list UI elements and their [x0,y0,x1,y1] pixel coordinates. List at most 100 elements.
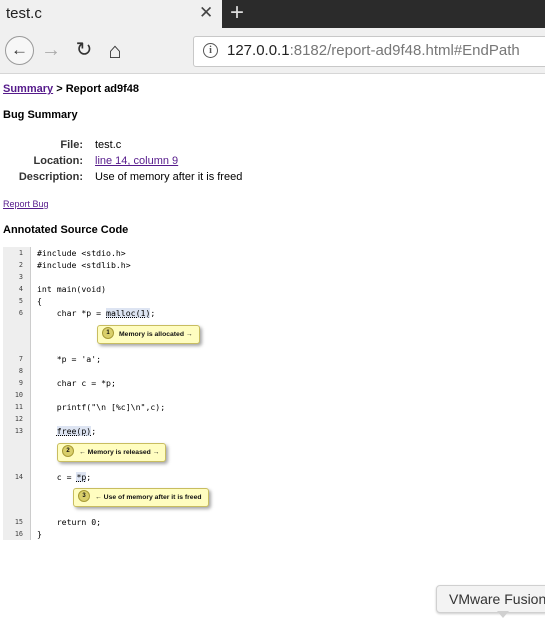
code-line: 14 c = *p; [3,471,293,483]
url-path: :8182/report-ad9f48.html#EndPath [289,42,520,59]
url-bar[interactable]: i 127.0.0.1:8182/report-ad9f48.html#EndP… [193,36,545,67]
bug-summary-table: File: test.c Location: line 14, column 9… [3,139,543,187]
breadcrumb-separator: > [53,83,66,95]
event-message: Memory is allocated → [119,331,193,338]
line-number: 16 [3,528,31,540]
vmware-fusion-notification[interactable]: VMware Fusion [436,585,545,613]
code-segment: char c = *p; [37,378,116,388]
code-text: return 0; [37,516,101,528]
back-button[interactable]: ← [5,36,34,65]
code-line: 16} [3,528,293,540]
file-value: test.c [95,139,122,151]
line-number: 3 [3,271,31,283]
code-line: 6 char *p = malloc(1); [3,307,293,319]
code-line: 2 #include <stdlib.h> [3,259,293,271]
code-line: 8 [3,365,293,377]
code-text: free(p); [37,425,96,437]
breadcrumb: Summary > Report ad9f48 [3,83,139,95]
code-segment: int main(void) [37,284,107,294]
code-text: printf("\n [%c]\n",c); [37,401,165,413]
code-line: 5{ [3,295,293,307]
code-text: char *p = malloc(1); [37,307,155,319]
line-number: 4 [3,283,31,295]
code-segment: printf("\n [%c]\n",c); [37,402,166,412]
file-label: File: [60,139,83,151]
annotated-source-heading: Annotated Source Code [3,224,129,236]
highlighted-expression[interactable]: malloc(1) [106,308,151,318]
forward-button[interactable]: → [40,28,62,73]
line-number: 11 [3,401,31,413]
event-number-badge: 2 [62,445,74,458]
line-number: 8 [3,365,31,377]
line-number: 15 [3,516,31,528]
line-number: 14 [3,471,31,483]
code-text: char c = *p; [37,377,116,389]
notification-arrow [497,611,509,618]
code-line: 15 return 0; [3,516,293,528]
code-line: 12 [3,413,293,425]
location-label: Location: [33,155,84,167]
line-number: 5 [3,295,31,307]
path-event-bubble[interactable]: 2 ← Memory is released → [57,443,167,462]
code-line: 3 [3,271,293,283]
reload-button[interactable]: ↻ [73,28,95,73]
code-text: { [37,295,42,307]
summary-row-description: Description: Use of memory after it is f… [3,171,543,187]
line-number-gutter-gap [3,319,31,353]
url-text: 127.0.0.1:8182/report-ad9f48.html#EndPat… [227,42,520,59]
code-segment: ; [150,308,156,318]
code-segment: #include <stdlib.h> [37,260,131,270]
close-tab-icon[interactable]: ✕ [199,3,213,23]
bug-summary-heading: Bug Summary [3,109,78,121]
nav-toolbar: ← → ↻ ⌂ i 127.0.0.1:8182/report-ad9f48.h… [0,28,545,74]
line-number-gutter-gap [3,483,31,516]
code-segment: *p = 'a'; [37,354,102,364]
line-number: 13 [3,425,31,437]
code-text: c = *p; [37,471,91,483]
code-segment: c = [37,472,77,482]
tab-bar: test.c ✕ + [0,0,545,28]
description-value: Use of memory after it is freed [95,171,243,183]
highlighted-expression[interactable]: free(p) [56,426,92,436]
tab-title: test.c [6,5,42,22]
code-line: 11 printf("\n [%c]\n",c); [3,401,293,413]
code-text: } [37,528,42,540]
code-text: *p = 'a'; [37,353,101,365]
code-line: 1 #include <stdio.h> [3,247,293,259]
summary-row-file: File: test.c [3,139,543,155]
description-label: Description: [18,171,83,183]
code-line: 7 *p = 'a'; [3,353,293,365]
location-link[interactable]: line 14, column 9 [95,155,178,167]
line-number: 6 [3,307,31,319]
highlighted-expression[interactable]: *p [76,472,87,482]
breadcrumb-current: Report ad9f48 [65,83,140,95]
code-line: 10 [3,389,293,401]
line-number-gutter-gap [3,437,31,471]
code-text: int main(void) [37,283,106,295]
code-segment: { [37,296,42,306]
summary-link[interactable]: Summary [3,83,53,95]
line-number: 7 [3,353,31,365]
summary-row-location: Location: line 14, column 9 [3,155,543,171]
event-message: ← Memory is released → [79,449,160,456]
code-text: #include <stdlib.h> [37,259,131,271]
code-segment: ; [91,426,97,436]
new-tab-button[interactable]: + [230,0,244,27]
tab-test-c[interactable]: test.c ✕ [0,0,222,28]
line-number: 12 [3,413,31,425]
code-segment: ; [86,472,92,482]
report-bug-link[interactable]: Report Bug [3,199,49,209]
code-segment: char *p = [37,308,107,318]
code-segment: return 0; [37,517,102,527]
line-number: 9 [3,377,31,389]
path-event-bubble[interactable]: 1 Memory is allocated → [97,325,200,344]
line-number: 10 [3,389,31,401]
event-message: ← Use of memory after it is freed [95,494,202,501]
code-line: 4 int main(void) [3,283,293,295]
home-button[interactable]: ⌂ [104,28,126,73]
line-number: 2 [3,259,31,271]
path-event-bubble[interactable]: 3 ← Use of memory after it is freed [73,488,209,507]
info-icon[interactable]: i [203,43,218,58]
event-number-badge: 1 [102,327,114,340]
